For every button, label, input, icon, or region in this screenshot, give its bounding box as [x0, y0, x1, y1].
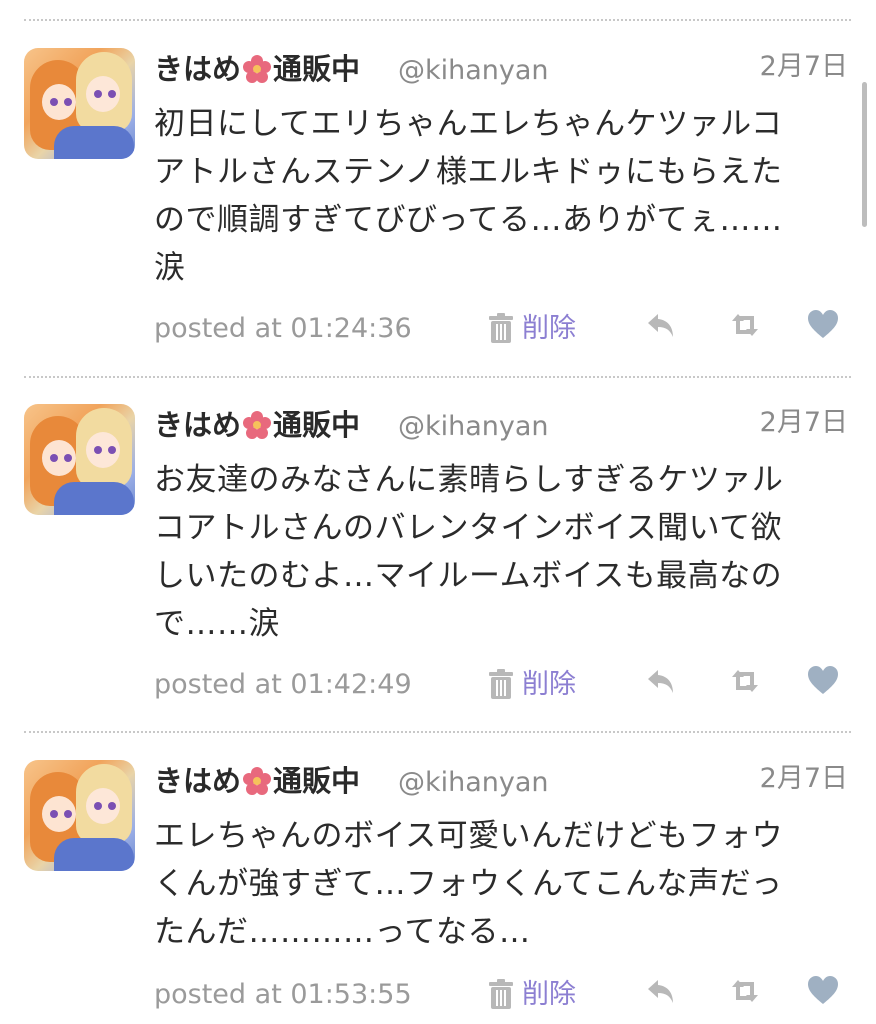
author-name-text: きはめ — [154, 52, 242, 86]
author-handle[interactable]: @kihanyan — [398, 410, 549, 444]
delete-button[interactable]: 削除 — [488, 668, 576, 702]
tweet-text-line: アトルさんステンノ様エルキドゥにもらえた — [154, 154, 783, 190]
tweet-text-line: くんが強すぎて…フォウくんてこんな声だっ — [154, 866, 783, 902]
author-handle[interactable]: @kihanyan — [398, 54, 549, 88]
retweet-icon[interactable] — [728, 664, 762, 698]
trash-icon — [489, 313, 513, 343]
delete-button[interactable]: 削除 — [488, 312, 576, 346]
tweet-text-line: で……涙 — [154, 606, 280, 642]
author-suffix-text: 通販中 — [273, 52, 361, 86]
avatar[interactable] — [24, 760, 135, 871]
hibiscus-icon — [243, 411, 272, 439]
tweet-date[interactable]: 2月7日 — [760, 762, 848, 796]
divider — [24, 731, 851, 733]
retweet-icon[interactable] — [728, 308, 762, 342]
hibiscus-icon — [243, 767, 272, 795]
avatar[interactable] — [24, 404, 135, 515]
tweet-text: エレちゃんのボイス可愛いんだけどもフォウ くんが強すぎて…フォウくんてこんな声だ… — [154, 812, 854, 956]
tweet-text-line: たんだ…………ってなる… — [154, 914, 531, 950]
author-suffix-text: 通販中 — [273, 408, 361, 442]
author-name-text: きはめ — [154, 764, 242, 798]
tweet-text-line: エレちゃんのボイス可愛いんだけどもフォウ — [154, 818, 784, 854]
scrollbar[interactable] — [862, 82, 867, 227]
reply-icon[interactable] — [644, 974, 678, 1008]
posted-at[interactable]: posted at 01:53:55 — [154, 978, 412, 1012]
divider — [24, 19, 851, 21]
trash-icon — [489, 669, 513, 699]
author-name[interactable]: きはめ 通販中 — [154, 764, 360, 798]
tweet-text-line: 涙 — [154, 250, 186, 286]
tweet-text-line: 初日にしてエリちゃんエレちゃんケツァルコ — [154, 106, 783, 142]
tweet-text-line: コアトルさんのバレンタインボイス聞いて欲 — [154, 510, 783, 546]
reply-icon[interactable] — [644, 308, 678, 342]
tweet-date[interactable]: 2月7日 — [760, 50, 848, 84]
tweet-text-line: ので順調すぎてびびってる…ありがてぇ…… — [154, 202, 783, 238]
hibiscus-icon — [243, 55, 272, 83]
author-name[interactable]: きはめ 通販中 — [154, 408, 360, 442]
author-handle[interactable]: @kihanyan — [398, 766, 549, 800]
posted-at[interactable]: posted at 01:42:49 — [154, 668, 412, 702]
delete-label: 削除 — [522, 669, 576, 700]
heart-icon[interactable] — [806, 664, 840, 698]
delete-label: 削除 — [522, 979, 576, 1010]
posted-at[interactable]: posted at 01:24:36 — [154, 312, 412, 346]
tweet-text: お友達のみなさんに素晴らしすぎるケツァル コアトルさんのバレンタインボイス聞いて… — [154, 456, 854, 648]
avatar[interactable] — [24, 48, 135, 159]
trash-icon — [489, 979, 513, 1009]
tweet-text-line: お友達のみなさんに素晴らしすぎるケツァル — [154, 462, 784, 498]
tweet-text: 初日にしてエリちゃんエレちゃんケツァルコ アトルさんステンノ様エルキドゥにもらえ… — [154, 100, 854, 292]
heart-icon[interactable] — [806, 308, 840, 342]
author-suffix-text: 通販中 — [273, 764, 361, 798]
tweet-text-line: しいたのむよ…マイルームボイスも最高なの — [154, 558, 783, 594]
delete-label: 削除 — [522, 313, 576, 344]
timeline-feed: きはめ 通販中 @kihanyan 2月7日 初日にしてエリちゃんエレちゃんケツァ… — [0, 0, 876, 1024]
retweet-icon[interactable] — [728, 974, 762, 1008]
tweet-date[interactable]: 2月7日 — [760, 406, 848, 440]
reply-icon[interactable] — [644, 664, 678, 698]
heart-icon[interactable] — [806, 974, 840, 1008]
delete-button[interactable]: 削除 — [488, 978, 576, 1012]
author-name[interactable]: きはめ 通販中 — [154, 52, 360, 86]
author-name-text: きはめ — [154, 408, 242, 442]
divider — [24, 376, 851, 378]
